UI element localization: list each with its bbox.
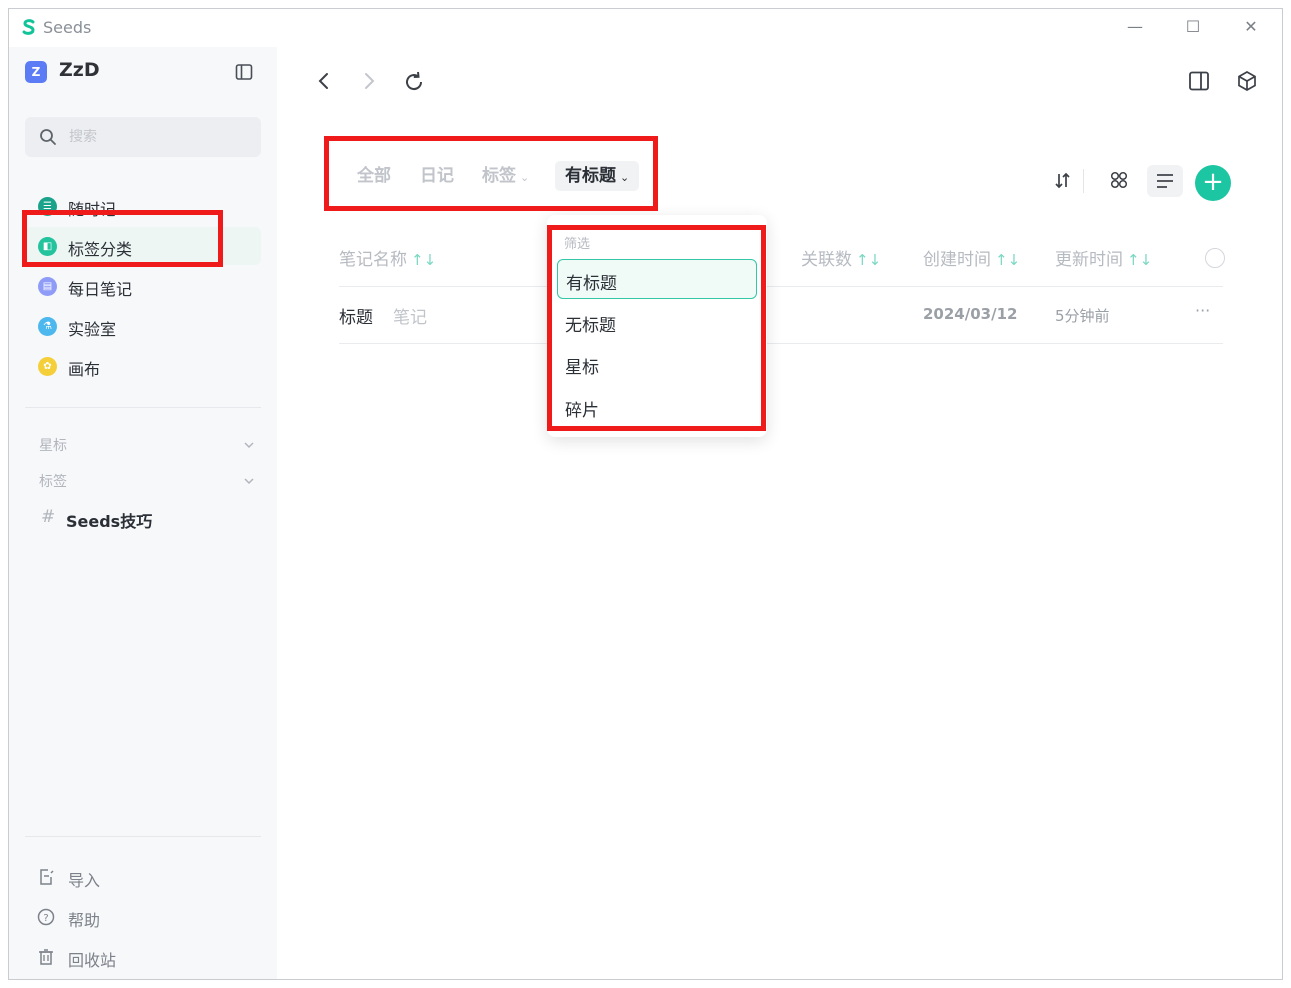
nav-label: 每日笔记 <box>68 280 133 299</box>
trash-button[interactable]: 回收站 <box>37 945 237 971</box>
import-icon <box>40 869 54 885</box>
nav-item-daily-note[interactable]: ▤ 每日笔记 <box>25 267 261 305</box>
trash-icon <box>39 949 53 965</box>
chevron-down-icon <box>244 478 254 485</box>
footer-label: 帮助 <box>68 911 101 930</box>
lab-icon: ⚗ <box>38 317 57 336</box>
cube-icon[interactable] <box>1235 69 1259 93</box>
column-note-name[interactable]: 笔记名称 ↑↓ <box>339 245 436 270</box>
section-tags[interactable]: 标签 <box>39 469 261 493</box>
maximize-button[interactable]: ☐ <box>1183 17 1203 37</box>
sidebar-divider <box>25 836 261 837</box>
close-button[interactable]: ✕ <box>1241 17 1261 37</box>
column-label: 关联数 <box>801 250 852 270</box>
row-divider <box>339 343 1223 344</box>
highlight-box-nav <box>22 210 223 267</box>
sidebar-toggle-icon[interactable] <box>235 63 253 81</box>
calendar-note-icon: ▤ <box>38 277 57 296</box>
select-all-checkbox[interactable] <box>1205 248 1225 268</box>
canvas-icon: ✿ <box>38 357 57 376</box>
footer-label: 回收站 <box>68 951 117 970</box>
column-label: 笔记名称 <box>339 250 407 270</box>
nav-item-lab[interactable]: ⚗ 实验室 <box>25 307 261 345</box>
column-created-time[interactable]: 创建时间 ↑↓ <box>923 245 1020 270</box>
column-label: 创建时间 <box>923 250 991 270</box>
app-window: Seeds — ☐ ✕ Z ZzD ☰ 随时记 ◧ 标签分类 ▤ 每 <box>8 8 1283 980</box>
section-label: 标签 <box>39 474 67 490</box>
nav-label: 画布 <box>68 360 101 379</box>
panel-toggle-icon[interactable] <box>1187 69 1211 93</box>
row-title: 标题 <box>339 308 373 328</box>
forward-icon[interactable] <box>357 69 381 93</box>
list-view-icon <box>1157 174 1173 188</box>
workspace-avatar[interactable]: Z <box>25 61 47 83</box>
row-created: 2024/03/12 <box>923 305 1018 323</box>
back-icon[interactable] <box>312 69 336 93</box>
section-starred[interactable]: 星标 <box>39 433 261 457</box>
hash-icon: # <box>41 507 56 527</box>
title-bar: Seeds — ☐ ✕ <box>9 9 1282 47</box>
column-label: 更新时间 <box>1055 250 1123 270</box>
chevron-down-icon <box>244 442 254 449</box>
search-box[interactable] <box>25 117 261 157</box>
sort-arrows-icon: ↑↓ <box>1127 251 1153 269</box>
help-button[interactable]: ? 帮助 <box>37 905 237 931</box>
column-link-count[interactable]: 关联数 ↑↓ <box>801 245 881 270</box>
search-icon <box>40 129 56 145</box>
row-type: 笔记 <box>393 308 427 328</box>
sort-icon[interactable] <box>1045 165 1081 197</box>
list-view-button[interactable] <box>1147 165 1183 197</box>
workspace-name[interactable]: ZzD <box>59 59 100 81</box>
svg-text:?: ? <box>43 913 48 924</box>
app-title: Seeds <box>43 18 92 37</box>
section-label: 星标 <box>39 438 67 454</box>
more-icon[interactable]: ··· <box>1195 301 1210 320</box>
minimize-button[interactable]: — <box>1125 17 1145 37</box>
highlight-box-dropdown <box>547 225 766 431</box>
search-input[interactable] <box>69 126 249 148</box>
footer-label: 导入 <box>68 871 101 890</box>
sidebar-divider <box>25 407 261 408</box>
toolbar-separator <box>1083 169 1084 193</box>
column-updated-time[interactable]: 更新时间 ↑↓ <box>1055 245 1152 270</box>
nav-item-canvas[interactable]: ✿ 画布 <box>25 347 261 385</box>
add-note-button[interactable]: + <box>1195 165 1231 201</box>
tag-label: Seeds技巧 <box>66 512 153 531</box>
refresh-icon[interactable] <box>402 70 426 94</box>
seeds-logo-icon <box>22 19 35 35</box>
table-row[interactable]: 标题 笔记 2024/03/12 5分钟前 ··· <box>339 287 1223 343</box>
highlight-box-tabs <box>324 136 658 211</box>
import-button[interactable]: 导入 <box>37 865 237 891</box>
sidebar: Z ZzD ☰ 随时记 ◧ 标签分类 ▤ 每日笔记 ⚗ 实验室 <box>9 47 277 979</box>
help-icon: ? <box>37 908 55 926</box>
sort-arrows-icon: ↑↓ <box>995 251 1021 269</box>
sort-arrows-icon: ↑↓ <box>856 251 882 269</box>
row-updated: 5分钟前 <box>1055 307 1110 325</box>
nav-label: 实验室 <box>68 320 117 339</box>
grid-view-icon[interactable] <box>1101 165 1137 197</box>
sort-arrows-icon: ↑↓ <box>411 251 437 269</box>
